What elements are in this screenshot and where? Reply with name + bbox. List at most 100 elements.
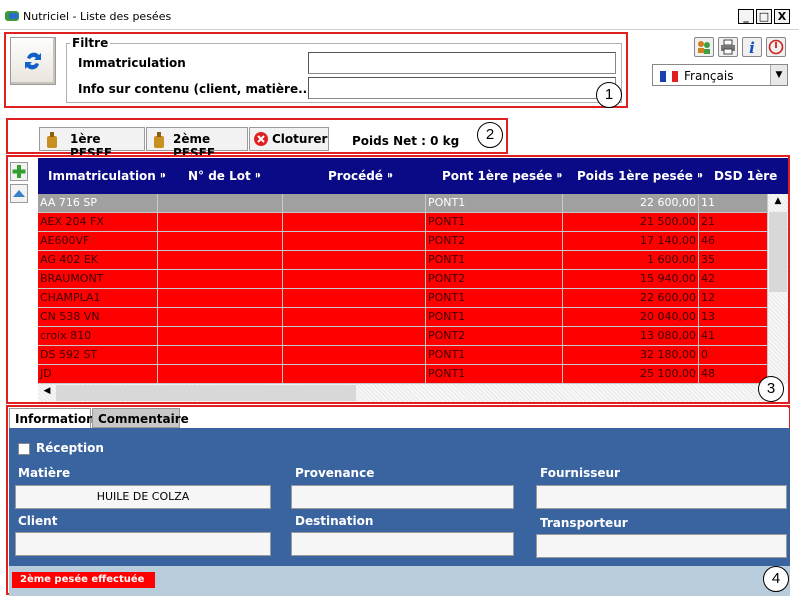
language-select[interactable]: Français ▼: [652, 64, 788, 86]
column-label: Procédé: [328, 169, 383, 183]
column-header-immatriculation[interactable]: Immatriculation ⁍: [48, 158, 166, 194]
provenance-field[interactable]: [291, 485, 514, 509]
table-cell-pont: PONT1: [426, 194, 563, 213]
second-pesee-button[interactable]: 2ème PESEE: [146, 127, 248, 160]
table-cell-procede: [283, 327, 426, 346]
horizontal-scrollbar[interactable]: ◀: [38, 384, 768, 402]
status-badge: 2ème pesée effectuée: [12, 572, 155, 588]
table-cell-procede: [283, 232, 426, 251]
matiere-label: Matière: [18, 466, 71, 480]
table-cell-procede: [283, 346, 426, 365]
refresh-button[interactable]: [10, 37, 56, 85]
table-cell-pont: PONT1: [426, 289, 563, 308]
table-cell-lot: [158, 289, 283, 308]
destination-label: Destination: [295, 514, 374, 528]
cloturer-button[interactable]: Cloturer: [249, 127, 329, 151]
column-header-dsd[interactable]: DSD 1ère: [714, 158, 784, 194]
table-row[interactable]: CHAMPLA1 PONT1 22 600,00 12: [38, 289, 768, 308]
reception-label: Réception: [36, 441, 104, 455]
table-cell-immat: BRAUMONT: [38, 270, 158, 289]
column-header-poids[interactable]: Poids 1ère pesée ⁍: [577, 158, 717, 194]
close-button[interactable]: X: [774, 9, 790, 24]
table-row[interactable]: AE600VF PONT2 17 140,00 46: [38, 232, 768, 251]
weight-icon: [47, 132, 57, 148]
first-pesee-button[interactable]: 1ère PESEE: [39, 127, 145, 160]
table-cell-pont: PONT1: [426, 213, 563, 232]
table-row[interactable]: AEX 204 FX PONT1 21 500,00 21: [38, 213, 768, 232]
client-field[interactable]: [15, 532, 271, 556]
column-label: Poids 1ère pesée: [577, 169, 693, 183]
fournisseur-field[interactable]: [536, 485, 787, 509]
info-button[interactable]: i: [742, 37, 762, 57]
table-cell-immat: AEX 204 FX: [38, 213, 158, 232]
chevron-down-icon[interactable]: ▼: [770, 65, 787, 85]
table-cell-dsd: 48: [699, 365, 768, 384]
table-cell-dsd: 46: [699, 232, 768, 251]
table-cell-lot: [158, 346, 283, 365]
table-cell-poids: 32 180,00: [563, 346, 699, 365]
table-cell-immat: JD: [38, 365, 158, 384]
maximize-button[interactable]: □: [756, 9, 772, 24]
immatriculation-input[interactable]: [308, 52, 616, 74]
table-row[interactable]: JD PONT1 25 100,00 48: [38, 365, 768, 384]
column-header-procede[interactable]: Procédé ⁍: [328, 158, 438, 194]
info-contenu-label: Info sur contenu (client, matière...): [78, 82, 318, 96]
table-row[interactable]: croix 810 PONT2 13 080,00 41: [38, 327, 768, 346]
table-cell-procede: [283, 289, 426, 308]
window-title: Nutriciel - Liste des pesées: [23, 10, 172, 23]
table-cell-immat: DS 592 ST: [38, 346, 158, 365]
france-flag-icon: [660, 71, 678, 82]
annotation-number-2: 2: [477, 122, 503, 148]
transporteur-label: Transporteur: [540, 516, 628, 530]
table-cell-pont: PONT1: [426, 308, 563, 327]
table-cell-dsd: 11: [699, 194, 768, 213]
tab-commentaire[interactable]: Commentaire: [92, 408, 189, 428]
immatriculation-label: Immatriculation: [78, 56, 186, 70]
cancel-circle-icon: [254, 132, 268, 146]
table-cell-immat: CN 538 VN: [38, 308, 158, 327]
add-button[interactable]: [10, 162, 28, 181]
table-cell-procede: [283, 308, 426, 327]
power-button[interactable]: [766, 37, 786, 57]
printer-icon: [721, 39, 735, 55]
table-cell-pont: PONT1: [426, 346, 563, 365]
scroll-thumb[interactable]: [769, 212, 787, 292]
scroll-thumb[interactable]: [56, 385, 356, 401]
table-cell-pont: PONT2: [426, 327, 563, 346]
column-header-pont[interactable]: Pont 1ère pesée ⁍: [442, 158, 582, 194]
table-cell-lot: [158, 194, 283, 213]
table-cell-poids: 13 080,00: [563, 327, 699, 346]
table-cell-procede: [283, 365, 426, 384]
annotation-number-1: 1: [596, 82, 622, 108]
language-selected: Français: [684, 69, 734, 83]
poids-net-text: Poids Net : 0 kg: [352, 134, 460, 148]
scroll-left-icon[interactable]: ◀: [40, 386, 54, 396]
vertical-scrollbar[interactable]: ▲: [768, 194, 788, 384]
table-row[interactable]: DS 592 ST PONT1 32 180,00 0: [38, 346, 768, 365]
table-cell-lot: [158, 308, 283, 327]
destination-field[interactable]: [291, 532, 514, 556]
table-cell-pont: PONT1: [426, 251, 563, 270]
matiere-field[interactable]: HUILE DE COLZA: [15, 485, 271, 509]
table-cell-lot: [158, 270, 283, 289]
scroll-up-icon[interactable]: ▲: [768, 196, 788, 206]
users-button[interactable]: [694, 37, 714, 57]
table-row[interactable]: BRAUMONT PONT2 15 940,00 42: [38, 270, 768, 289]
move-up-button[interactable]: [10, 184, 28, 203]
transporteur-field[interactable]: [536, 534, 787, 558]
reception-checkbox[interactable]: [18, 443, 30, 455]
table-row[interactable]: CN 538 VN PONT1 20 040,00 13: [38, 308, 768, 327]
app-icon: [5, 11, 19, 21]
column-header-lot[interactable]: N° de Lot ⁍: [188, 158, 288, 194]
svg-text:i: i: [749, 39, 755, 56]
cloturer-label: Cloturer: [272, 132, 328, 146]
info-contenu-input[interactable]: [308, 77, 616, 99]
arrow-up-icon: [13, 190, 25, 197]
table-row[interactable]: AA 716 SP PONT1 22 600,00 11: [38, 194, 768, 213]
print-button[interactable]: [718, 37, 738, 57]
minimize-button[interactable]: _: [738, 9, 754, 24]
table-cell-dsd: 12: [699, 289, 768, 308]
table-cell-dsd: 42: [699, 270, 768, 289]
tab-information[interactable]: Information: [9, 408, 95, 428]
table-row[interactable]: AG 402 EK PONT1 1 600,00 35: [38, 251, 768, 270]
